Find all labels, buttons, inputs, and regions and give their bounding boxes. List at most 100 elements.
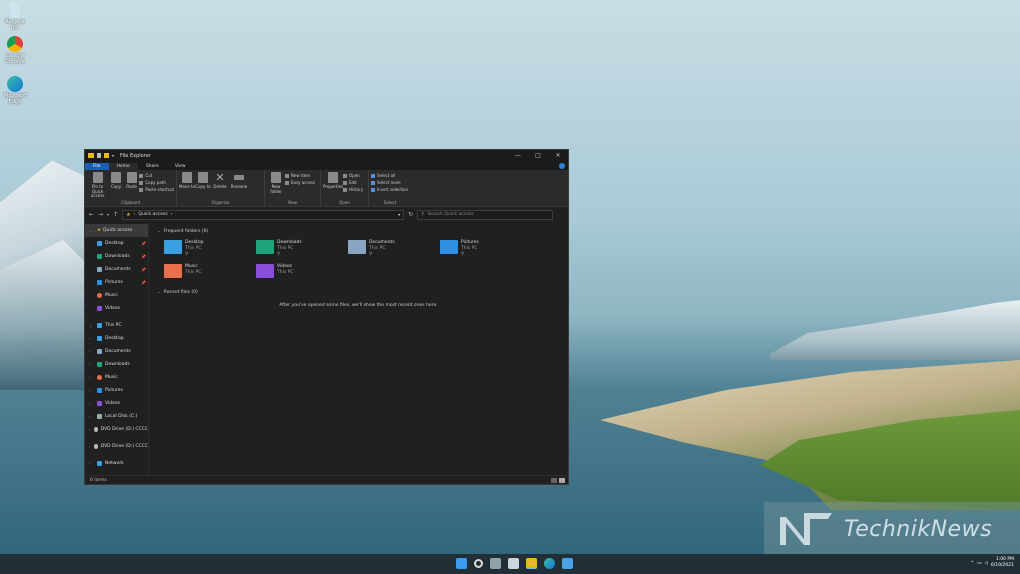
nav-quick-videos[interactable]: Videos xyxy=(85,302,148,315)
refresh-icon[interactable]: ↻ xyxy=(408,211,413,218)
move-to-button[interactable]: Move to xyxy=(179,172,195,190)
new-folder-icon[interactable] xyxy=(104,153,109,158)
back-arrow-icon[interactable]: ← xyxy=(89,211,94,218)
copy-to-button[interactable]: Copy to xyxy=(195,172,211,190)
details-view-icon[interactable] xyxy=(551,477,557,483)
chevron-right-icon[interactable]: › xyxy=(89,414,97,419)
nav-quick-music[interactable]: Music xyxy=(85,289,148,302)
address-input[interactable]: ★ › Quick access › ▾ xyxy=(122,209,405,220)
open-button[interactable]: Open xyxy=(343,173,363,178)
tab-home[interactable]: Home xyxy=(108,163,138,170)
history-button[interactable]: History xyxy=(343,187,363,192)
nav-network[interactable]: › Network xyxy=(85,457,148,470)
chevron-down-icon[interactable]: ⌄ xyxy=(89,228,97,233)
copy-button[interactable]: Copy xyxy=(108,172,124,190)
desktop-icon-chrome[interactable]: Google Chrome xyxy=(4,36,26,65)
frequent-folders-grid: Desktop This PC ⚲ Downloads This PC ⚲ Document… xyxy=(164,240,560,278)
nav-pc-dvd-drive[interactable]: › DVD Drive (D:) CCCC xyxy=(85,423,148,436)
easy-access-button[interactable]: Easy access xyxy=(285,180,315,185)
nav-quick-documents[interactable]: Documents 📌 xyxy=(85,263,148,276)
chevron-right-icon[interactable]: › xyxy=(89,401,97,406)
nav-pc-desktop[interactable]: › Desktop xyxy=(85,332,148,345)
chevron-right-icon[interactable]: › xyxy=(89,375,97,380)
chevron-right-icon[interactable]: › xyxy=(89,336,97,341)
widgets-icon[interactable] xyxy=(508,558,519,569)
nav-this-pc[interactable]: ⌄ This PC xyxy=(85,319,148,332)
rename-button[interactable]: Rename xyxy=(229,172,249,190)
new-folder-button[interactable]: New folder xyxy=(267,172,285,194)
delete-button[interactable]: ✕ Delete xyxy=(211,172,229,190)
new-item-button[interactable]: New item xyxy=(285,173,315,178)
folder-tile[interactable]: Videos This PC xyxy=(256,264,348,278)
edit-button[interactable]: Edit xyxy=(343,180,363,185)
breadcrumb[interactable]: Quick access xyxy=(138,212,167,217)
clock[interactable]: 1:00 PM 6/19/2021 xyxy=(991,557,1014,569)
content-pane: ⌄ Frequent folders (6) Desktop This PC ⚲ Do… xyxy=(149,222,568,483)
edge-icon[interactable] xyxy=(544,558,555,569)
chevron-down-icon[interactable]: ⌄ xyxy=(157,229,161,234)
nav-pc-documents[interactable]: › Documents xyxy=(85,345,148,358)
folder-tile[interactable]: Pictures This PC ⚲ xyxy=(440,240,532,258)
minimize-button[interactable]: — xyxy=(508,152,528,159)
tab-share[interactable]: Share xyxy=(138,163,167,170)
nav-pc-videos[interactable]: › Videos xyxy=(85,397,148,410)
tab-view[interactable]: View xyxy=(167,163,194,170)
select-none-button[interactable]: Select none xyxy=(371,180,408,185)
nav-dvd-drive[interactable]: › DVD Drive (D:) CCCC xyxy=(85,440,148,453)
nav-pc-downloads[interactable]: › Downloads xyxy=(85,358,148,371)
start-icon[interactable] xyxy=(456,558,467,569)
recent-locations-chevron-icon[interactable]: ▾ xyxy=(107,212,109,217)
chevron-right-icon[interactable]: › xyxy=(89,388,97,393)
folder-tile[interactable]: Music This PC xyxy=(164,264,256,278)
nav-quick-downloads[interactable]: Downloads 📌 xyxy=(85,250,148,263)
paste-shortcut-button[interactable]: Paste shortcut xyxy=(139,187,174,192)
chevron-up-icon[interactable]: ^ xyxy=(970,561,974,566)
nav-quick-pictures[interactable]: Pictures 📌 xyxy=(85,276,148,289)
invert-selection-button[interactable]: Invert selection xyxy=(371,187,408,192)
select-all-button[interactable]: Select all xyxy=(371,173,408,178)
window-title: File Explorer xyxy=(120,152,151,159)
chevron-down-icon[interactable]: ⌄ xyxy=(157,290,161,295)
properties-icon[interactable] xyxy=(97,153,101,158)
help-icon[interactable] xyxy=(559,163,565,169)
search-icon[interactable] xyxy=(474,559,483,568)
speaker-icon[interactable]: ◁ xyxy=(984,561,987,566)
close-button[interactable]: ✕ xyxy=(548,152,568,159)
copy-path-button[interactable]: Copy path xyxy=(139,180,174,185)
copy-icon xyxy=(111,172,122,183)
properties-button[interactable]: Properties xyxy=(323,172,343,190)
nav-pc-pictures[interactable]: › Pictures xyxy=(85,384,148,397)
chevron-right-icon[interactable]: › xyxy=(89,461,97,466)
address-dropdown-icon[interactable]: ▾ xyxy=(398,212,400,217)
desktop-icon-edge[interactable]: Microsoft Edge xyxy=(4,76,27,105)
folder-tile[interactable]: Downloads This PC ⚲ xyxy=(256,240,348,258)
paste-button[interactable]: Paste xyxy=(124,172,140,190)
nav-quick-access[interactable]: ⌄ ★ Quick access xyxy=(85,224,148,237)
chevron-right-icon[interactable]: › xyxy=(89,349,97,354)
maximize-button[interactable]: □ xyxy=(528,152,548,159)
task-view-icon[interactable] xyxy=(490,558,501,569)
nav-pc-music[interactable]: › Music xyxy=(85,371,148,384)
qat-dropdown-icon[interactable]: ▾ xyxy=(112,153,114,158)
folder-tile[interactable]: Desktop This PC ⚲ xyxy=(164,240,256,258)
folder-tile[interactable]: Documents This PC ⚲ xyxy=(348,240,440,258)
watermark-text: TechnikNews xyxy=(844,516,993,542)
pin-quick-access-button[interactable]: Pin to Quick access xyxy=(87,172,108,199)
chevron-down-icon[interactable]: ⌄ xyxy=(89,323,97,328)
store-icon[interactable] xyxy=(562,558,573,569)
cut-button[interactable]: Cut xyxy=(139,173,174,178)
recent-files-header[interactable]: ⌄ Recent files (0) xyxy=(157,290,560,295)
forward-arrow-icon[interactable]: → xyxy=(98,211,103,218)
search-input[interactable]: ⚲ Search Quick access xyxy=(417,209,554,220)
nav-quick-desktop[interactable]: Desktop 📌 xyxy=(85,237,148,250)
nav-pc-local-disk[interactable]: › Local Disk (C:) xyxy=(85,410,148,423)
chevron-right-icon[interactable]: › xyxy=(89,362,97,367)
desktop-icon-recycle-bin[interactable]: Recycle Bin xyxy=(4,2,26,31)
large-icons-view-icon[interactable] xyxy=(559,477,565,483)
network-icon[interactable]: ▭ xyxy=(977,561,981,566)
up-arrow-icon[interactable]: ↑ xyxy=(113,211,118,218)
file-explorer-taskbar-icon[interactable] xyxy=(526,558,537,569)
title-bar[interactable]: ▾ File Explorer — □ ✕ xyxy=(85,150,568,161)
frequent-folders-header[interactable]: ⌄ Frequent folders (6) xyxy=(157,229,560,234)
tab-file[interactable]: File xyxy=(85,163,109,170)
